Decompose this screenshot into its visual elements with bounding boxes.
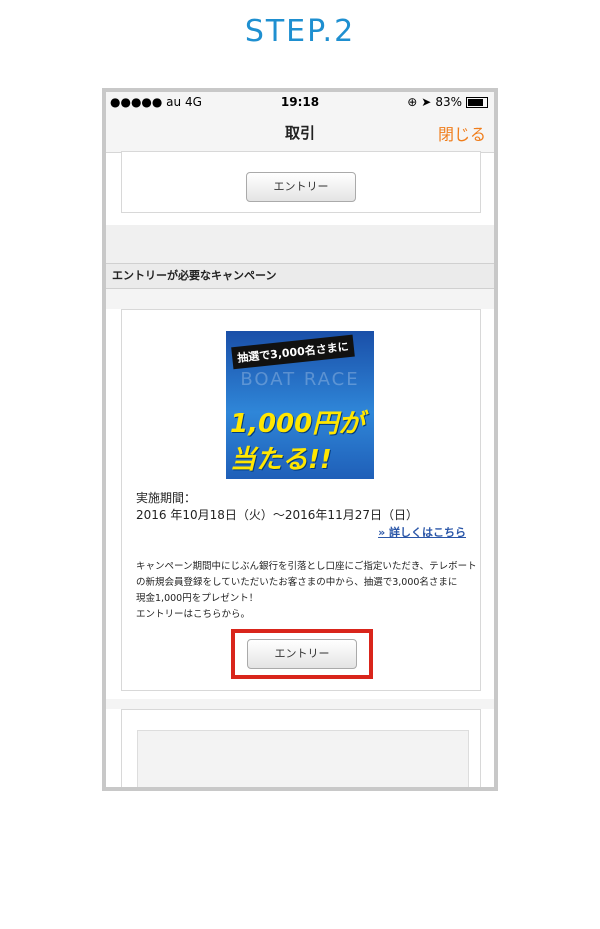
card-gap (106, 699, 494, 709)
location-arrow-icon: ➤ (421, 95, 432, 109)
highlight-frame (231, 629, 373, 679)
nav-title: 取引 (284, 124, 315, 142)
status-right: ⊕ ➤ 83% (407, 95, 488, 109)
step-title: STEP.2 (244, 14, 356, 49)
banner-watermark: BOAT RACE (240, 369, 360, 390)
battery-percent: 83% (435, 95, 462, 109)
description-line: エントリーはこちらから。 (136, 609, 251, 620)
nav-bar: 取引 閉じる (106, 112, 494, 153)
campaign-description: キャンペーン期間中にじぶん銀行を引落とし口座にご指定いただき、テレボート の新規… (136, 559, 477, 623)
content-area[interactable]: エントリー エントリーが必要なキャンペーン 抽選で3,000名さまに BOAT … (106, 151, 494, 787)
battery-icon (466, 96, 488, 108)
status-bar: ●●●●● au 4G 19:18 ⊕ ➤ 83% (106, 92, 494, 112)
banner-amount: 1,000円が (230, 409, 365, 439)
close-button[interactable]: 閉じる (438, 121, 486, 145)
description-line: キャンペーン期間中にじぶん銀行を引落とし口座にご指定いただき、テレボート (136, 561, 477, 572)
phone-screenshot: ●●●●● au 4G 19:18 ⊕ ➤ 83% 取引 閉じる エントリー エ… (102, 88, 498, 791)
next-card-placeholder (137, 730, 469, 787)
section-spacer (106, 225, 494, 263)
section-header: エントリーが必要なキャンペーン (106, 263, 494, 289)
previous-campaign-card: エントリー (121, 151, 481, 213)
period-label: 実施期間： (136, 491, 197, 505)
section-gap (106, 289, 494, 309)
banner-tag: 抽選で3,000名さまに (231, 334, 355, 370)
next-card (121, 709, 481, 787)
campaign-banner[interactable]: 抽選で3,000名さまに BOAT RACE 1,000円が 当たる!! (226, 331, 374, 479)
period-dates: 2016 年10月18日（火）～2016年11月27日（日） (136, 508, 418, 522)
entry-button-top[interactable]: エントリー (246, 172, 356, 202)
details-link[interactable]: » 詳しくはこちら (378, 524, 466, 540)
description-line: の新規会員登録をしていただいたお客さまの中から、抽選で3,000名さまに (136, 577, 458, 588)
rotation-lock-icon: ⊕ (407, 95, 418, 109)
description-line: 現金1,000円をプレゼント！ (136, 593, 259, 604)
banner-headline: 当たる!! (230, 445, 332, 475)
